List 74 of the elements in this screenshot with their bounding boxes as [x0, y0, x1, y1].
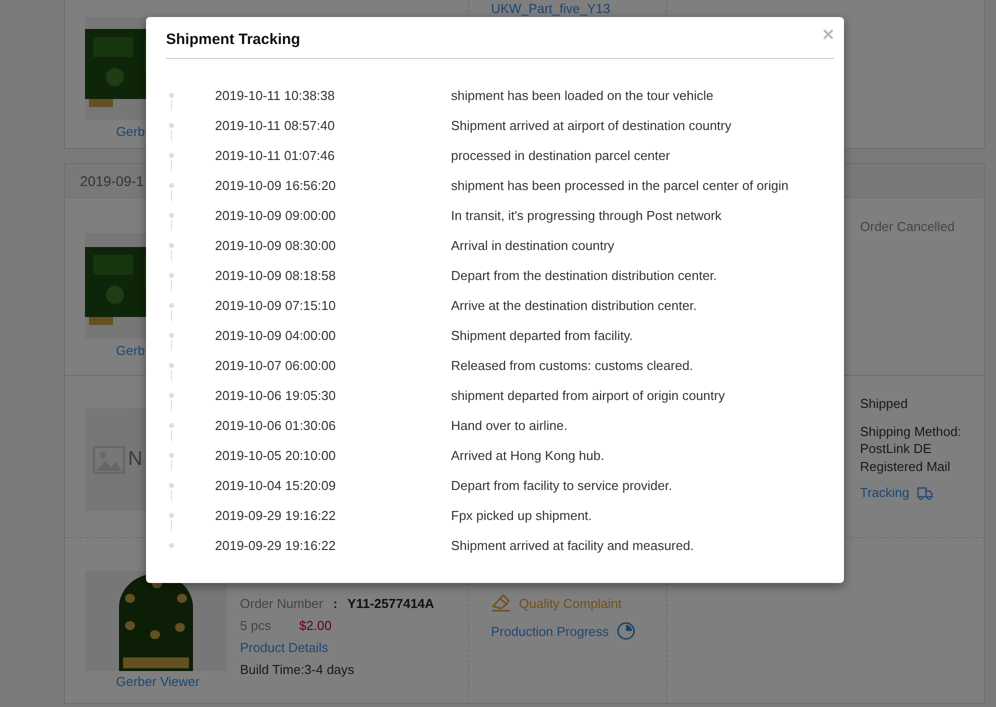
timeline-dot	[169, 542, 174, 548]
event-description: Hand over to airline.	[451, 418, 568, 432]
event-time: 2019-10-09 09:00:00	[215, 208, 337, 222]
event-time: 2019-10-05 20:10:00	[215, 448, 337, 462]
event-description: shipment departed from airport of origin country	[451, 388, 725, 402]
progress-pie-icon	[616, 622, 635, 640]
event-description: Depart from facility to service provider.	[451, 478, 672, 492]
event-description: Arrival in destination country	[451, 238, 614, 252]
event-description: Shipment arrived at facility and measured.	[451, 538, 694, 552]
timeline-dot	[169, 212, 174, 218]
production-progress-link[interactable]: Production Progress	[491, 624, 609, 638]
separator: :	[333, 596, 338, 612]
event-description: Arrive at the destination distribution center.	[451, 298, 697, 312]
event-time: 2019-09-29 19:16:22	[215, 538, 337, 552]
quality-complaint-link[interactable]: Quality Complaint	[519, 596, 622, 610]
timeline-dot	[169, 482, 174, 488]
pen-paper-icon	[491, 594, 511, 612]
shipping-method: PostLink DE	[860, 440, 933, 458]
timeline-dot	[169, 152, 174, 158]
timeline-dot	[169, 332, 174, 338]
event-time: 2019-10-09 08:30:00	[215, 238, 337, 252]
gerber-viewer-link[interactable]: Gerb	[116, 124, 145, 139]
timeline-dot	[169, 452, 174, 458]
product-details-link[interactable]: Product Details	[240, 640, 328, 656]
timeline-dot	[169, 422, 174, 428]
timeline-dot	[169, 122, 174, 128]
order-status: Shipped	[860, 396, 909, 411]
timeline-dot	[169, 182, 174, 188]
event-description: Released from customs: customs cleared.	[451, 358, 694, 372]
order-number: Y11-2577414A	[347, 596, 434, 612]
event-time: 2019-10-07 06:00:00	[215, 358, 337, 372]
event-description: Shipment arrived at airport of destination country	[451, 118, 732, 132]
event-time: 2019-10-04 15:20:09	[215, 478, 337, 492]
gerber-viewer-link[interactable]: Gerb	[116, 343, 145, 358]
event-time: 2019-10-09 08:18:58	[215, 268, 337, 282]
event-time: 2019-10-11 08:57:40	[215, 118, 336, 132]
order-number-label: Order Number	[240, 596, 324, 612]
event-description: Shipment departed from facility.	[451, 328, 633, 342]
event-description: In transit, it's progressing through Post network	[451, 208, 722, 222]
event-description: shipment has been loaded on the tour vehicle	[451, 88, 714, 102]
timeline-dot	[169, 512, 174, 518]
event-description: Depart from the destination distribution center.	[451, 268, 717, 282]
timeline-dot	[169, 92, 174, 98]
build-time: Build Time:3-4 days	[240, 662, 354, 678]
event-time: 2019-09-29 19:16:22	[215, 508, 337, 522]
event-time: 2019-10-09 16:56:20	[215, 178, 337, 192]
close-button[interactable]: ×	[822, 24, 834, 44]
event-time: 2019-10-09 07:15:10	[215, 298, 337, 312]
event-time: 2019-10-11 10:38:38	[215, 88, 336, 102]
timeline-dot	[169, 392, 174, 398]
event-description: processed in destination parcel center	[451, 148, 670, 162]
tracking-link[interactable]: Tracking	[860, 485, 910, 500]
file-link[interactable]: UKW_Part_five_Y13	[491, 1, 610, 16]
truck-icon	[917, 486, 934, 500]
event-time: 2019-10-06 01:30:06	[215, 418, 337, 432]
event-description: Fpx picked up shipment.	[451, 508, 592, 522]
order-date: 2019-09-1	[80, 172, 144, 188]
placeholder-text: N	[128, 448, 142, 471]
shipping-method: Registered Mail	[860, 458, 952, 476]
timeline-dot	[169, 242, 174, 248]
event-time: 2019-10-09 04:00:00	[215, 328, 337, 342]
event-description: Arrived at Hong Kong hub.	[451, 448, 604, 462]
event-time: 2019-10-11 01:07:46	[215, 148, 336, 162]
gerber-viewer-link[interactable]: Gerber Viewer	[116, 674, 200, 689]
dialog-title: Shipment Tracking	[166, 31, 300, 48]
price: $2.00	[299, 618, 332, 634]
timeline-dot	[169, 362, 174, 368]
event-time: 2019-10-06 19:05:30	[215, 388, 337, 402]
shipping-method-label: Shipping Method:	[860, 423, 962, 440]
timeline-dot	[169, 272, 174, 278]
event-description: shipment has been processed in the parcel center of origin	[451, 178, 788, 192]
quantity: 5 pcs	[240, 618, 272, 634]
timeline-dot	[169, 302, 174, 308]
order-status: Order Cancelled	[860, 219, 956, 234]
